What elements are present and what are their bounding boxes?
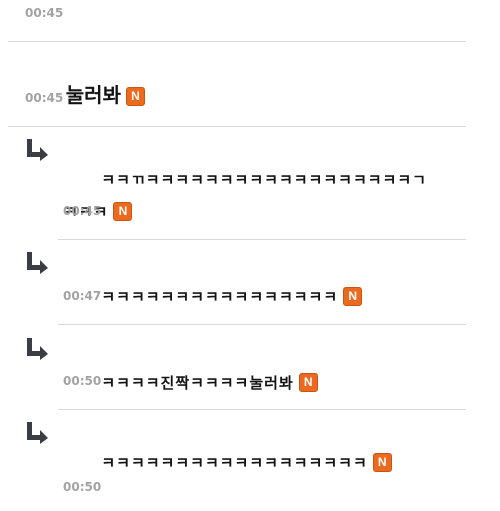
- new-badge: N: [372, 453, 392, 472]
- comment-item[interactable]: 00:45: [0, 0, 500, 42]
- reply-item[interactable]: ㅋㅋㅋㅋㅋㅋㅋㅋㅋㅋㅋㅋㅋㅋㅋㅋ N 00:47: [0, 240, 500, 324]
- comment-item[interactable]: 눌러봐 N 00:45: [0, 42, 500, 127]
- comment-text: ㅋㅋㅋㅋㅋㅋㅋㅋㅋㅋㅋㅋㅋㅋㅋㅋㅋㅋ: [101, 454, 368, 472]
- reply-item[interactable]: ㅋㅋㄲㅋㅋㅋㅋㅋㅋㅋㅋㅋㅋㅋㅋㅋㅋㅋㅋㅋㅋㄱㅋㅋㅋ N 00:45: [0, 127, 500, 239]
- comment-time: 00:45: [63, 204, 102, 218]
- reply-item[interactable]: ㅋㅋㅋㅋ진짝ㅋㅋㅋㅋ눌러봐 N 00:50: [0, 325, 500, 409]
- new-badge: N: [343, 287, 363, 306]
- reply-arrow-icon: [27, 422, 48, 444]
- comment-time: 00:50: [63, 374, 102, 388]
- comment-text: 눌러봐: [65, 83, 121, 107]
- reply-arrow-icon: [27, 338, 48, 360]
- comment-text-line: 눌러봐 N: [24, 53, 464, 137]
- reply-arrow-icon: [27, 139, 48, 161]
- new-badge: N: [113, 202, 133, 221]
- comment-text: ㅋㅋㅋㅋ진짝ㅋㅋㅋㅋ눌러봐: [101, 374, 294, 392]
- new-badge: N: [125, 87, 145, 106]
- comment-list: 00:45 눌러봐 N 00:45 ㅋㅋㄲㅋㅋㅋㅋㅋㅋㅋㅋㅋㅋㅋㅋㅋㅋㅋㅋㅋㅋㄱㅋ…: [0, 0, 500, 500]
- reply-arrow-icon: [27, 252, 48, 274]
- comment-time: 00:45: [25, 91, 64, 105]
- comment-time: 00:47: [63, 289, 102, 303]
- comment-text: ㅋㅋㅋㅋㅋㅋㅋㅋㅋㅋㅋㅋㅋㅋㅋㅋ: [101, 288, 339, 306]
- new-badge: N: [298, 373, 318, 392]
- comment-time: 00:45: [25, 6, 64, 20]
- comment-text-line: ㅋㅋㅋㅋㅋㅋㅋㅋㅋㅋㅋㅋㅋㅋㅋㅋㅋㅋ N: [64, 415, 434, 511]
- reply-item[interactable]: ㅋㅋㅋㅋㅋㅋㅋㅋㅋㅋㅋㅋㅋㅋㅋㅋㅋㅋ N 00:50: [0, 410, 500, 500]
- comment-time: 00:50: [63, 480, 102, 494]
